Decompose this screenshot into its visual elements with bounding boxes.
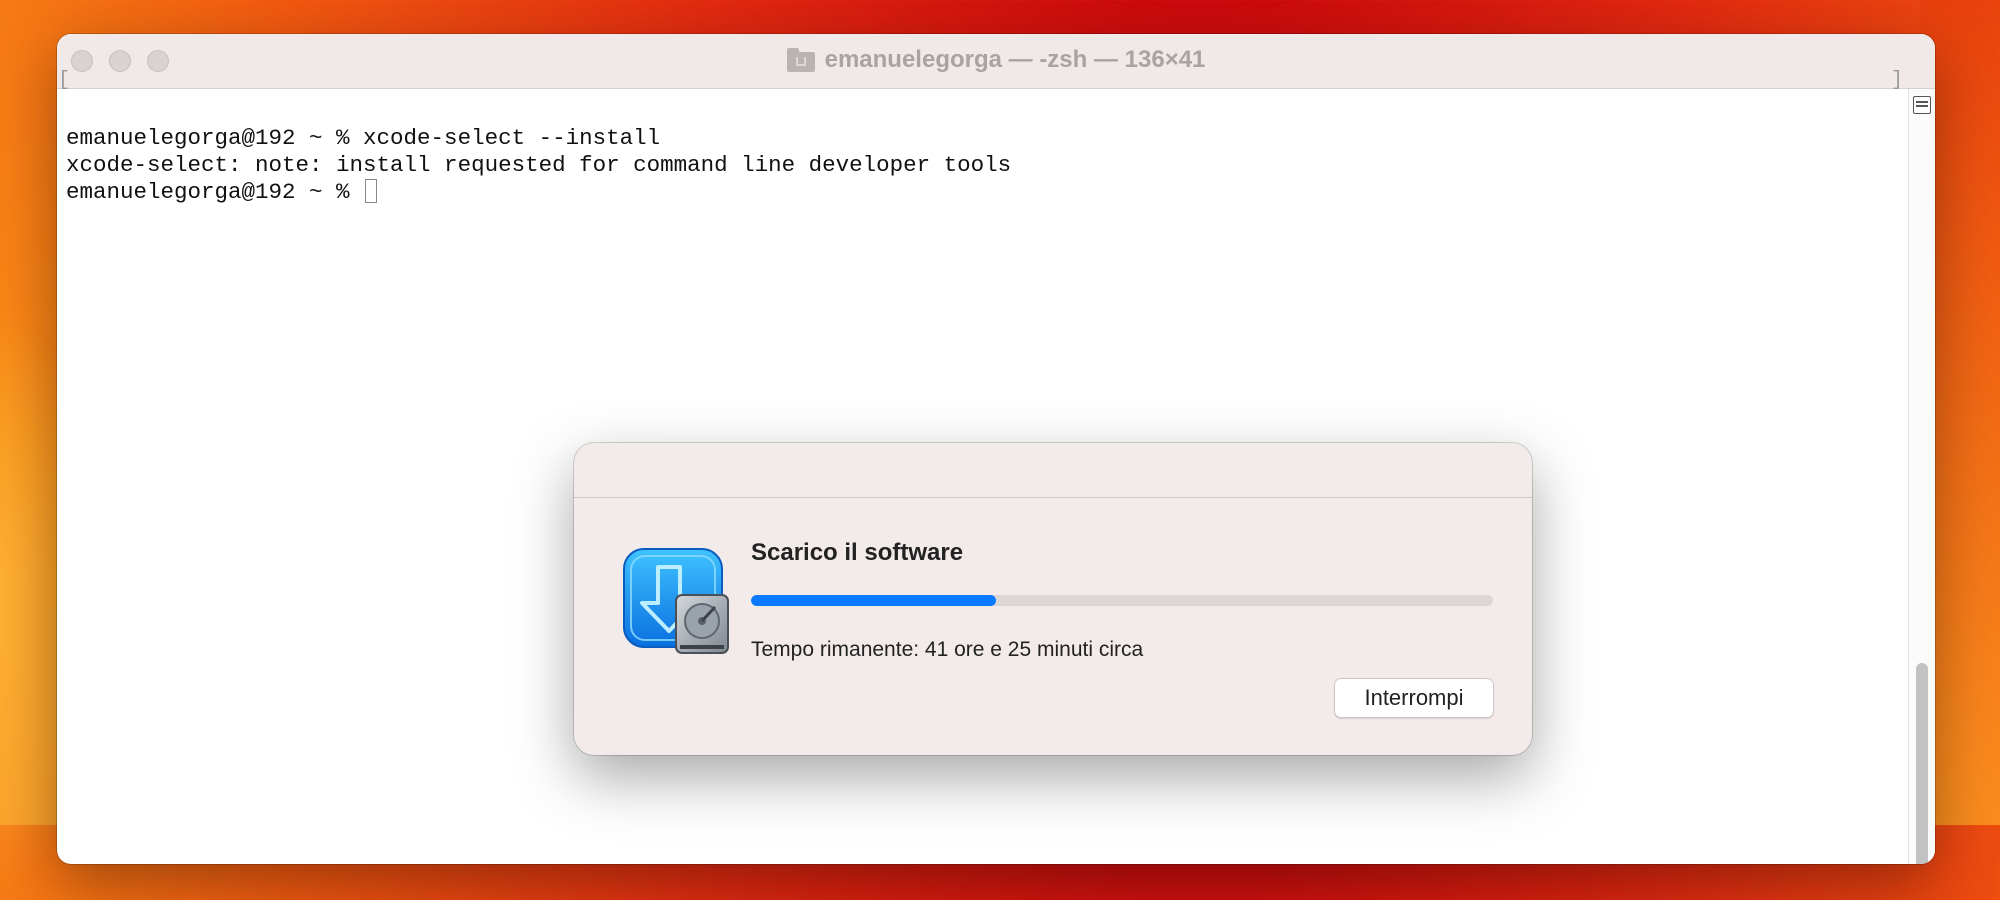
- software-installer-icon: [623, 548, 729, 654]
- dialog-heading: Scarico il software: [751, 539, 964, 566]
- download-progress-bar: [751, 595, 1493, 606]
- interrompi-button[interactable]: Interrompi: [1334, 678, 1494, 718]
- install-progress-dialog: Scarico il software Tempo rimanente: 41 …: [574, 443, 1532, 755]
- text-cursor: [365, 179, 378, 203]
- marks-list-icon[interactable]: [1913, 96, 1931, 114]
- terminal-prompt: emanuelegorga@192 ~ %: [66, 179, 364, 205]
- terminal-prompt-line[interactable]: emanuelegorga@192 ~ %: [66, 179, 1909, 206]
- terminal-line: xcode-select: note: install requested fo…: [66, 152, 1012, 178]
- time-remaining-text: Tempo rimanente: 41 ore e 25 minuti circ…: [751, 638, 1144, 661]
- window-titlebar[interactable]: emanuelegorga — -zsh — 136×41: [57, 34, 1935, 89]
- window-title: emanuelegorga — -zsh — 136×41: [824, 46, 1206, 73]
- home-folder-icon: [786, 48, 815, 72]
- scrollbar-thumb[interactable]: [1916, 663, 1928, 864]
- terminal-line: emanuelegorga@192 ~ % xcode-select --ins…: [66, 125, 661, 151]
- window-title-group: emanuelegorga — -zsh — 136×41: [57, 46, 1935, 74]
- progress-fill: [751, 595, 996, 606]
- dialog-toolbar: [574, 443, 1532, 498]
